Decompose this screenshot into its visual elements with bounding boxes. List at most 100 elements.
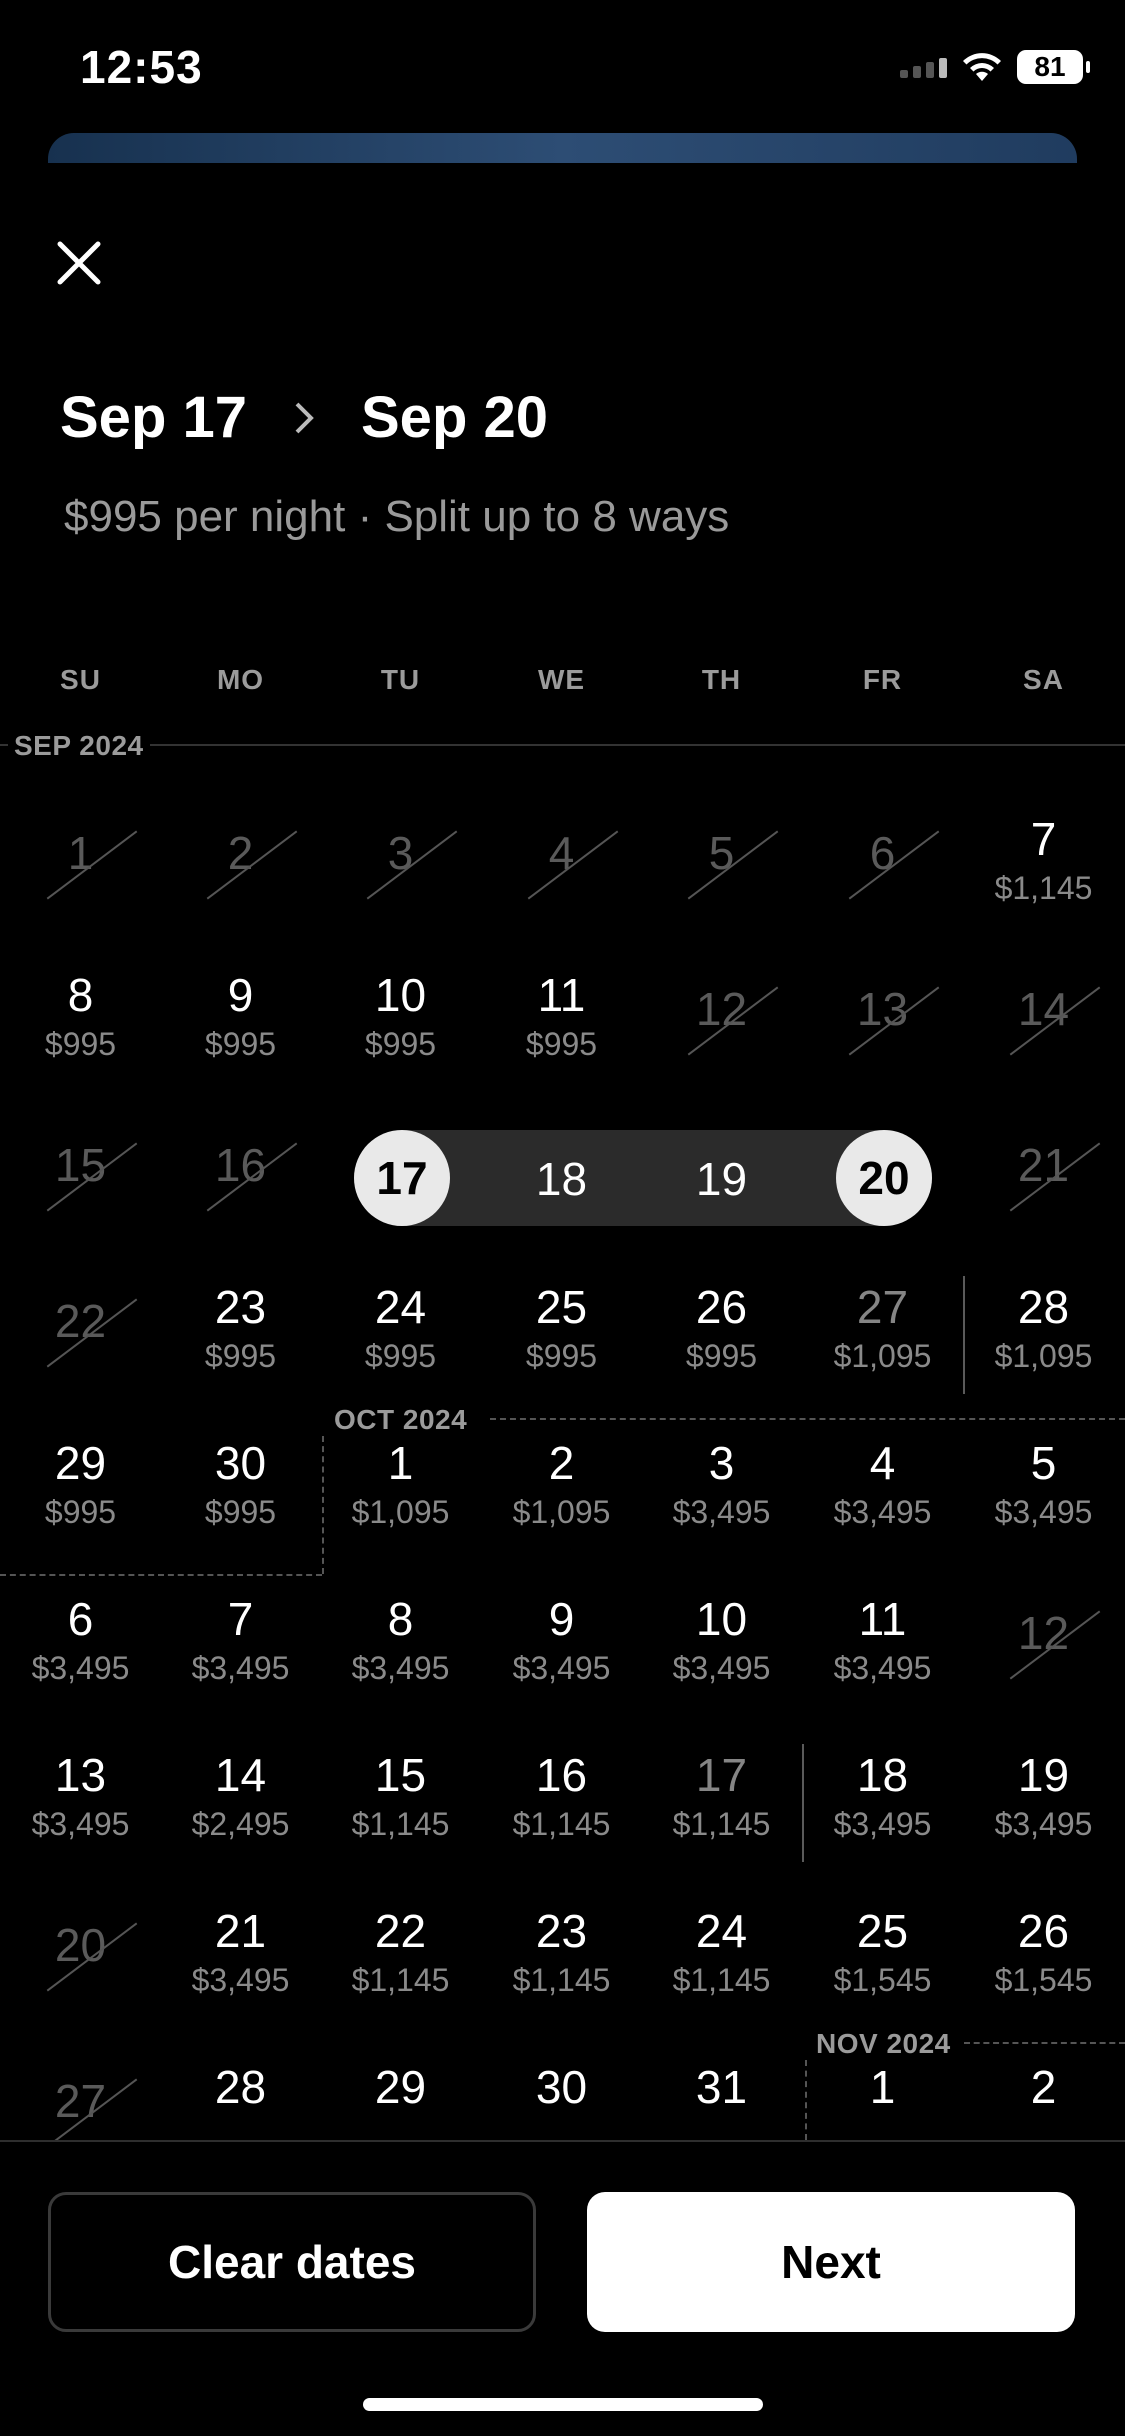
day-number: 5 (1030, 1437, 1057, 1489)
calendar-day[interactable]: 11 $995 (481, 946, 642, 1096)
day-number: 20 (54, 1919, 107, 1971)
day-number: 8 (387, 1593, 414, 1645)
calendar-day[interactable]: 27 $1,095 (802, 1258, 963, 1408)
day-number: 12 (1017, 1607, 1070, 1659)
calendar-day[interactable]: 2 (963, 2038, 1124, 2140)
day-price: $995 (44, 1494, 117, 1530)
calendar-day[interactable]: 5 $3,495 (963, 1414, 1124, 1564)
calendar-day-unavailable: 1 (0, 790, 161, 940)
calendar-day[interactable]: 29 $995 (0, 1414, 161, 1564)
calendar-day[interactable]: 28 (160, 2038, 321, 2140)
calendar-day[interactable]: 30 (481, 2038, 642, 2140)
day-number: 21 (214, 1905, 267, 1957)
day-price: $995 (525, 1338, 598, 1374)
calendar-day[interactable]: 3 $3,495 (641, 1414, 802, 1564)
day-number: 4 (548, 827, 575, 879)
calendar-day[interactable]: 29 (320, 2038, 481, 2140)
calendar-day[interactable]: 28 $1,095 (963, 1258, 1124, 1408)
day-number: 13 (856, 983, 909, 1035)
day-price: $1,095 (994, 1338, 1093, 1374)
calendar-day[interactable]: 7 $1,145 (963, 790, 1124, 940)
day-number: 8 (67, 969, 94, 1021)
day-number: 23 (214, 1281, 267, 1333)
calendar-day[interactable]: 15 $1,145 (320, 1726, 481, 1876)
day-number: 26 (1017, 1905, 1070, 1957)
day-number: 1 (387, 1437, 414, 1489)
day-price: $995 (204, 1494, 277, 1530)
calendar-day[interactable]: 21 $3,495 (160, 1882, 321, 2032)
day-price: $3,495 (672, 1650, 771, 1686)
selected-day[interactable]: 18 (481, 1152, 642, 1206)
calendar-day[interactable]: 23 $995 (160, 1258, 321, 1408)
day-number: 18 (856, 1749, 909, 1801)
calendar-day[interactable]: 23 $1,145 (481, 1882, 642, 2032)
selected-end-day[interactable]: 20 (836, 1130, 932, 1226)
calendar-day[interactable]: 10 $995 (320, 946, 481, 1096)
day-number: 25 (535, 1281, 588, 1333)
day-price: $3,495 (31, 1806, 130, 1842)
calendar-day[interactable]: 1 $1,095 (320, 1414, 481, 1564)
calendar-day[interactable]: 9 $995 (160, 946, 321, 1096)
calendar-day-unavailable: 21 (963, 1102, 1124, 1252)
next-button[interactable]: Next (587, 2192, 1075, 2332)
calendar-day[interactable]: 16 $1,145 (481, 1726, 642, 1876)
calendar-day[interactable]: 13 $3,495 (0, 1726, 161, 1876)
calendar-day[interactable]: 31 (641, 2038, 802, 2140)
calendar-day[interactable]: 9 $3,495 (481, 1570, 642, 1720)
day-price: $3,495 (351, 1650, 450, 1686)
day-number: 22 (54, 1295, 107, 1347)
calendar-day[interactable]: 25 $995 (481, 1258, 642, 1408)
calendar-day[interactable]: 17 $1,145 (641, 1726, 802, 1876)
calendar-day-unavailable: 3 (320, 790, 481, 940)
day-price: $3,495 (191, 1962, 290, 1998)
day-price: $1,145 (994, 870, 1093, 906)
calendar-day[interactable]: 7 $3,495 (160, 1570, 321, 1720)
day-number: 2 (1030, 2061, 1057, 2113)
calendar-day[interactable]: 2 $1,095 (481, 1414, 642, 1564)
calendar-day-unavailable: 16 (160, 1102, 321, 1252)
calendar-day[interactable]: 8 $995 (0, 946, 161, 1096)
calendar-day[interactable]: 24 $995 (320, 1258, 481, 1408)
calendar-day-unavailable: 12 (641, 946, 802, 1096)
calendar-day[interactable]: 11 $3,495 (802, 1570, 963, 1720)
calendar-day[interactable]: 1 (802, 2038, 963, 2140)
day-number: 21 (1017, 1139, 1070, 1191)
day-number: 30 (535, 2061, 588, 2113)
calendar-day[interactable]: 19 $3,495 (963, 1726, 1124, 1876)
day-number: 2 (548, 1437, 575, 1489)
day-price: $995 (364, 1338, 437, 1374)
day-number: 11 (537, 969, 586, 1021)
calendar-day[interactable]: 26 $995 (641, 1258, 802, 1408)
calendar-day[interactable]: 30 $995 (160, 1414, 321, 1564)
day-number: 7 (1030, 813, 1057, 865)
day-number: 10 (374, 969, 427, 1021)
clear-dates-button[interactable]: Clear dates (48, 2192, 536, 2332)
day-price: $3,495 (672, 1494, 771, 1530)
calendar-day[interactable]: 26 $1,545 (963, 1882, 1124, 2032)
calendar-day[interactable]: 4 $3,495 (802, 1414, 963, 1564)
calendar-day[interactable]: 6 $3,495 (0, 1570, 161, 1720)
calendar-grid: 17 18 19 20 SEP 2024 OCT 2024 NOV 2024 1… (0, 0, 1125, 2140)
day-number: 14 (214, 1749, 267, 1801)
selected-day[interactable]: 19 (641, 1152, 802, 1206)
day-number: 16 (535, 1749, 588, 1801)
month-label-sep: SEP 2024 (8, 730, 150, 762)
day-price: $1,095 (351, 1494, 450, 1530)
calendar-day[interactable]: 18 $3,495 (802, 1726, 963, 1876)
day-price: $995 (204, 1338, 277, 1374)
calendar-day[interactable]: 24 $1,145 (641, 1882, 802, 2032)
day-number: 27 (856, 1281, 909, 1333)
calendar-day[interactable]: 14 $2,495 (160, 1726, 321, 1876)
calendar-day[interactable]: 25 $1,545 (802, 1882, 963, 2032)
day-number: 1 (869, 2061, 896, 2113)
calendar-day[interactable]: 10 $3,495 (641, 1570, 802, 1720)
day-number: 27 (54, 2075, 107, 2127)
day-number: 15 (374, 1749, 427, 1801)
calendar-day[interactable]: 22 $1,145 (320, 1882, 481, 2032)
selected-start-day[interactable]: 17 (354, 1130, 450, 1226)
day-price: $3,495 (512, 1650, 611, 1686)
day-price: $1,145 (672, 1962, 771, 1998)
day-number: 26 (695, 1281, 748, 1333)
calendar-day[interactable]: 8 $3,495 (320, 1570, 481, 1720)
day-price: $995 (685, 1338, 758, 1374)
